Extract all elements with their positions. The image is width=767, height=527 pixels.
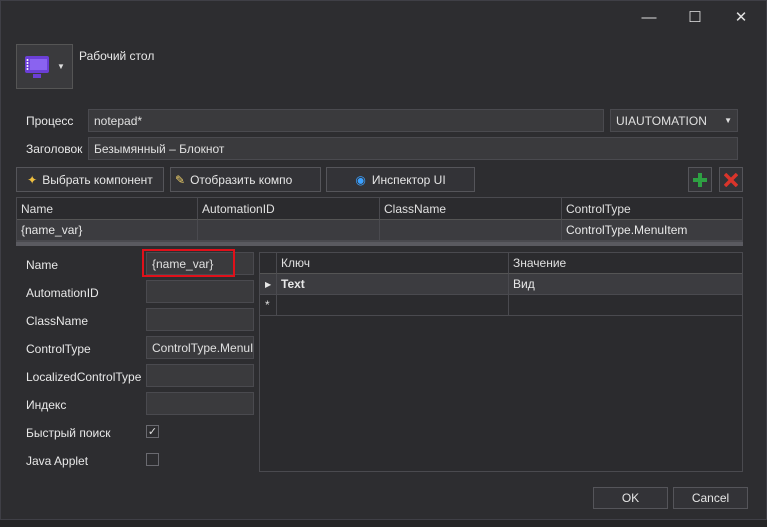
prop-localized-input[interactable] xyxy=(146,364,254,387)
delete-button[interactable] xyxy=(719,167,743,192)
kv-row-key[interactable]: Text xyxy=(277,274,509,295)
prop-name-label: Name xyxy=(26,258,59,272)
target-label: Рабочий стол xyxy=(79,49,155,63)
mode-select[interactable]: UIAUTOMATION ▼ xyxy=(610,109,738,132)
prop-automation-id-label: AutomationID xyxy=(26,286,99,300)
table-row-cell-control-type[interactable]: ControlType.MenuItem xyxy=(562,220,742,241)
table-row-cell-class-name[interactable] xyxy=(380,220,562,241)
maximize-button[interactable]: ☐ xyxy=(672,0,718,34)
cancel-button[interactable]: Cancel xyxy=(673,487,748,509)
chevron-down-icon: ▼ xyxy=(57,62,65,71)
minimize-button[interactable]: — xyxy=(626,0,672,34)
kv-new-key-cell[interactable] xyxy=(277,295,509,316)
magic-wand-icon: ✦ xyxy=(27,172,38,187)
new-row-marker[interactable]: * xyxy=(260,295,277,316)
add-button[interactable] xyxy=(688,167,712,192)
minimize-icon: — xyxy=(641,8,657,26)
quick-search-checkbox[interactable]: ✓ xyxy=(146,425,159,438)
kv-grid: Ключ Значение ▶ Text Вид * xyxy=(259,252,743,472)
kv-header-value[interactable]: Значение xyxy=(509,253,742,274)
maximize-icon: ☐ xyxy=(688,9,702,26)
checkmark-icon: ✓ xyxy=(147,426,158,438)
row-selector-arrow-icon[interactable]: ▶ xyxy=(260,274,277,295)
grid-header-name[interactable]: Name xyxy=(17,198,198,220)
window-title-label: Заголовок xyxy=(26,142,83,156)
prop-control-type-input[interactable]: ControlType.MenuI xyxy=(146,336,254,359)
desktop-app-icon xyxy=(25,55,49,78)
prop-class-name-label: ClassName xyxy=(26,314,89,328)
prop-automation-id-input[interactable] xyxy=(146,280,254,303)
window-title-input[interactable]: Безымянный – Блокнот xyxy=(88,137,738,160)
prop-class-name-input[interactable] xyxy=(146,308,254,331)
kv-header-key[interactable]: Ключ xyxy=(277,253,509,274)
process-label: Процесс xyxy=(26,114,74,128)
process-input[interactable]: notepad* xyxy=(88,109,604,132)
kv-row-value[interactable]: Вид xyxy=(509,274,742,295)
ui-inspector-label: Инспектор UI xyxy=(371,172,446,187)
table-row-cell-automation-id[interactable] xyxy=(198,220,380,241)
kv-row-header-corner xyxy=(260,253,277,274)
show-component-label: Отобразить компо xyxy=(190,172,293,187)
prop-control-type-label: ControlType xyxy=(26,342,91,356)
eye-icon: ◉ xyxy=(355,172,366,187)
highlight-box xyxy=(142,249,235,277)
show-component-button[interactable]: ✎ Отобразить компо xyxy=(170,167,321,192)
select-component-label: Выбрать компонент xyxy=(42,172,153,187)
table-row-cell-name[interactable]: {name_var} xyxy=(17,220,198,241)
close-button[interactable]: ✕ xyxy=(718,0,764,34)
chevron-down-icon: ▼ xyxy=(724,116,732,125)
flashlight-icon: ✎ xyxy=(175,172,186,187)
target-selector[interactable]: ▼ xyxy=(16,44,73,89)
select-component-button[interactable]: ✦ Выбрать компонент xyxy=(16,167,164,192)
ok-button[interactable]: OK xyxy=(593,487,668,509)
java-applet-checkbox[interactable] xyxy=(146,453,159,466)
grid-header-control-type[interactable]: ControlType xyxy=(562,198,742,220)
horizontal-scrollbar[interactable] xyxy=(16,242,743,246)
close-icon: ✕ xyxy=(734,9,748,26)
grid-header-class-name[interactable]: ClassName xyxy=(380,198,562,220)
grid-header-automation-id[interactable]: AutomationID xyxy=(198,198,380,220)
java-applet-label: Java Applet xyxy=(26,454,89,468)
elements-grid: Name AutomationID ClassName ControlType … xyxy=(16,197,743,242)
delete-x-icon xyxy=(724,172,738,187)
prop-index-label: Индекс xyxy=(26,398,67,412)
prop-index-input[interactable] xyxy=(146,392,254,415)
quick-search-label: Быстрый поиск xyxy=(26,426,111,440)
prop-localized-label: LocalizedControlType xyxy=(26,370,142,384)
kv-new-value-cell[interactable] xyxy=(509,295,742,316)
ui-inspector-button[interactable]: ◉ Инспектор UI xyxy=(326,167,475,192)
mode-select-value: UIAUTOMATION xyxy=(616,113,707,128)
plus-icon xyxy=(693,172,707,187)
